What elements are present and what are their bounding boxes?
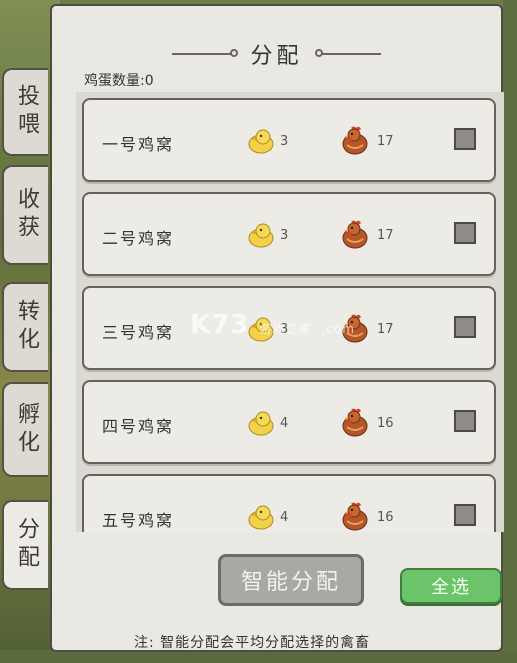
egg-count: 鸡蛋数量:0	[84, 73, 154, 89]
tab-allocate-label: 分配	[14, 517, 39, 573]
chick-count: 4	[280, 416, 289, 431]
coop-name: 一号鸡窝	[102, 135, 175, 154]
tab-convert[interactable]: 转化	[2, 282, 48, 372]
coop-checkbox[interactable]	[454, 504, 476, 526]
tab-hatch[interactable]: 孵化	[2, 382, 48, 477]
page-title: 分配	[250, 44, 303, 69]
chick-icon	[248, 223, 274, 248]
coop-name: 五号鸡窝	[102, 511, 175, 530]
tab-allocate[interactable]: 分配	[2, 500, 48, 590]
watermark: K73 游戏之家 .com	[190, 310, 355, 340]
coop-name: 三号鸡窝	[102, 323, 175, 342]
hen-count: 16	[377, 416, 394, 431]
tab-harvest[interactable]: 收获	[2, 165, 48, 265]
title-ornament-right	[314, 49, 381, 57]
hen-count: 16	[377, 510, 394, 525]
background-right	[503, 0, 517, 663]
hen-count: 17	[377, 228, 394, 243]
chick-count: 3	[280, 134, 289, 149]
watermark-url: .com	[321, 322, 355, 336]
tab-feed[interactable]: 投喂	[2, 68, 48, 156]
panel-header: 分配	[52, 36, 501, 72]
coop-row[interactable]: 一号鸡窝 3 17	[82, 98, 496, 182]
coop-checkbox[interactable]	[454, 316, 476, 338]
watermark-sub: 游戏之家	[259, 322, 312, 336]
select-all-button[interactable]: 全选	[400, 568, 502, 604]
coop-checkbox[interactable]	[454, 128, 476, 150]
smart-allocate-button[interactable]: 智能分配	[218, 554, 364, 606]
chick-count: 3	[280, 228, 289, 243]
tab-convert-label: 转化	[14, 299, 39, 355]
coop-row[interactable]: 五号鸡窝 4 16	[82, 474, 496, 532]
coop-row[interactable]: 二号鸡窝 3 17	[82, 192, 496, 276]
coop-name: 四号鸡窝	[102, 417, 175, 436]
hen-icon	[342, 502, 368, 531]
hen-icon	[342, 408, 368, 437]
allocation-note: 注: 智能分配会平均分配选择的禽畜	[134, 635, 371, 651]
coop-name: 二号鸡窝	[102, 229, 175, 248]
coop-checkbox[interactable]	[454, 222, 476, 244]
hen-count: 17	[377, 134, 394, 149]
tab-harvest-label: 收获	[14, 187, 39, 243]
chick-count: 4	[280, 510, 289, 525]
chick-icon	[248, 505, 274, 530]
coop-row[interactable]: 四号鸡窝 4 16	[82, 380, 496, 464]
title-ornament-left	[172, 49, 239, 57]
hen-count: 17	[377, 322, 394, 337]
hen-icon	[342, 220, 368, 249]
chick-icon	[248, 129, 274, 154]
hen-icon	[342, 126, 368, 155]
chick-icon	[248, 411, 274, 436]
tab-hatch-label: 孵化	[14, 401, 39, 458]
coop-checkbox[interactable]	[454, 410, 476, 432]
tab-feed-label: 投喂	[14, 84, 39, 140]
watermark-main: K73	[190, 310, 250, 340]
